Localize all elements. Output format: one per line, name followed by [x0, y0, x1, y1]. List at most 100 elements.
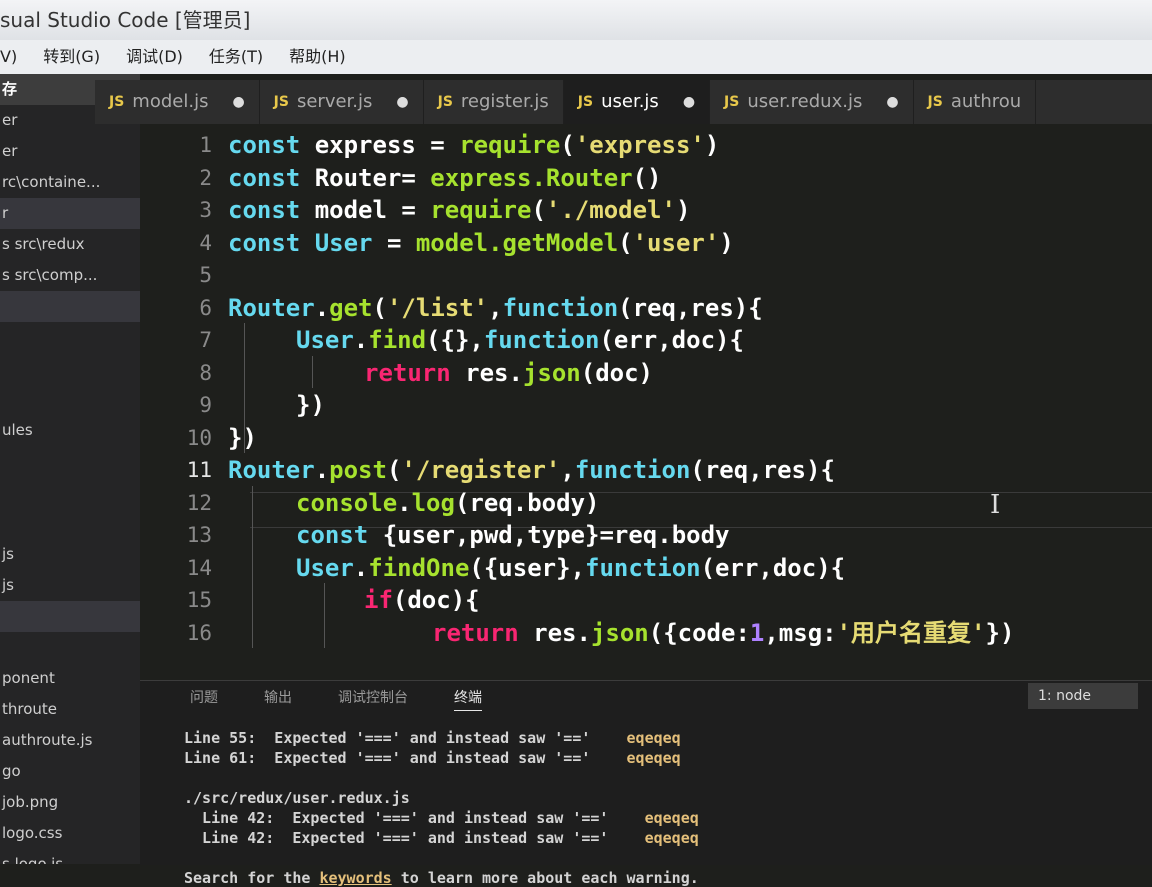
terminal-selector[interactable]: 1: node [1028, 683, 1138, 709]
explorer-item[interactable] [0, 446, 140, 477]
code-token: 'user' [632, 228, 720, 257]
terminal-line: Line 61: Expected '===' and instead saw … [184, 749, 681, 767]
menu-bar: V) 转到(G) 调试(D) 任务(T) 帮助(H) [0, 40, 1152, 74]
explorer-item[interactable] [0, 384, 140, 415]
menu-item[interactable]: 转到(G) [43, 47, 100, 66]
editor-tab[interactable]: JS server.js ● [260, 80, 424, 124]
title-bar: sual Studio Code [管理员] [0, 0, 1152, 40]
panel-tab[interactable]: 问题 [190, 690, 218, 706]
code-token: {user,pwd,type}=req.body [382, 521, 730, 549]
editor-tab[interactable]: JS register.js [424, 80, 564, 124]
indent-guide [324, 583, 325, 648]
line-number: 2 [199, 165, 212, 190]
menu-item[interactable]: 帮助(H) [289, 47, 346, 66]
explorer-item[interactable] [0, 353, 140, 384]
explorer-sidebar: 存 er er rc\containe... r s src\redux s src\com… [0, 74, 140, 864]
editor-tab[interactable]: JS user.js ● [563, 80, 711, 124]
panel-tab[interactable]: 输出 [264, 690, 292, 706]
editor-tab[interactable]: JS user.redux.js ● [710, 80, 914, 124]
code-token: (req,res){ [618, 293, 763, 322]
explorer-item[interactable]: job.png [0, 787, 140, 818]
explorer-item[interactable]: s src\comp... [0, 260, 140, 291]
explorer-item[interactable]: rc\containe... [0, 167, 140, 198]
menu-item[interactable]: 任务(T) [209, 47, 263, 66]
code-token: get [329, 293, 373, 322]
panel-tab[interactable]: 调试控制台 [338, 690, 408, 706]
explorer-item[interactable]: ponent [0, 663, 140, 694]
js-file-icon: JS [927, 94, 943, 110]
editor-tab[interactable]: JS model.js ● [95, 80, 260, 124]
code-token: ) [675, 196, 691, 224]
explorer-item[interactable] [0, 477, 140, 508]
explorer-item[interactable]: js [0, 570, 140, 601]
editor-tab[interactable]: JS authrou [914, 80, 1037, 124]
js-file-icon: JS [273, 94, 289, 110]
code-text: Router.get('/list',function(req,res){ [228, 291, 763, 325]
terminal-line: Line 42: Expected '===' and instead saw … [184, 809, 699, 827]
explorer-item[interactable]: go [0, 756, 140, 787]
terminal-footer: Search for the keywords to learn more ab… [184, 869, 699, 887]
explorer-item[interactable]: er [0, 136, 140, 167]
explorer-item[interactable]: s src\redux [0, 229, 140, 260]
footer-text: to learn more about each warning. [391, 869, 699, 887]
code-token: (req.body) [454, 488, 600, 517]
code-token: '用户名重复' [836, 618, 986, 647]
explorer-item[interactable]: throute [0, 694, 140, 725]
code-line: 1 const express = require('express') [140, 128, 1152, 162]
code-editor[interactable]: I 1 const express = require('express') 2 co… [140, 124, 1152, 680]
menu-item[interactable]: V) [0, 47, 17, 66]
code-token: function [585, 553, 701, 582]
code-token: ( [560, 131, 575, 159]
code-token: express = [314, 131, 460, 159]
terminal-text: Line 42: Expected '===' and instead saw … [184, 809, 609, 827]
code-token: model = [314, 196, 431, 224]
unsaved-dot-icon[interactable]: ● [396, 80, 408, 124]
unsaved-dot-icon[interactable]: ● [232, 80, 244, 124]
panel-tab[interactable]: 终端 [454, 690, 482, 711]
code-token: ({code: [648, 618, 750, 647]
code-line: 11 Router.post('/register',function(req,r… [140, 453, 1152, 487]
code-token: Router= [314, 163, 431, 192]
line-number: 8 [199, 360, 212, 385]
code-token: const [228, 163, 315, 192]
explorer-item[interactable] [0, 632, 140, 663]
js-file-icon: JS [577, 94, 594, 110]
lint-rule: eqeqeq [590, 729, 681, 747]
code-text: User.findOne({user},function(err,doc){ [296, 551, 845, 585]
explorer-item[interactable] [0, 601, 140, 632]
code-token: require [430, 196, 532, 224]
code-token: ) [704, 131, 720, 159]
editor-tabs: JS model.js ● JS server.js ● JS register.js JS us… [95, 80, 1152, 124]
code-token: findOne [368, 553, 470, 582]
explorer-item[interactable]: s logo.js [0, 849, 140, 864]
code-token: Router [228, 456, 315, 484]
explorer-item[interactable]: js [0, 539, 140, 570]
code-line: 5 [140, 258, 1152, 292]
explorer-item[interactable]: logo.css [0, 818, 140, 849]
explorer-item[interactable] [0, 322, 140, 353]
explorer-item[interactable]: r [0, 198, 140, 229]
explorer-item[interactable] [0, 508, 140, 539]
code-token: ( [372, 293, 387, 322]
code-token: 'express' [574, 131, 705, 159]
line-number: 10 [186, 425, 212, 450]
menu-item[interactable]: 调试(D) [126, 47, 183, 66]
code-line: 9}) [140, 388, 1152, 422]
code-token: ( [531, 196, 546, 224]
explorer-item[interactable]: ules [0, 415, 140, 446]
tab-label: user.redux.js [747, 91, 863, 112]
code-token: ,msg: [764, 618, 837, 647]
code-token: ( [386, 456, 402, 484]
unsaved-dot-icon[interactable]: ● [683, 80, 695, 124]
tab-label: server.js [296, 91, 373, 112]
code-line: 2 const Router= express.Router() [140, 161, 1152, 195]
unsaved-dot-icon[interactable]: ● [886, 80, 898, 124]
code-token: User [314, 228, 373, 257]
explorer-item[interactable] [0, 291, 140, 322]
terminal-text: ./src/redux/user.redux.js [184, 789, 410, 807]
explorer-item[interactable]: authroute.js [0, 725, 140, 756]
code-token: (err,doc){ [599, 326, 744, 354]
code-token: , [560, 456, 575, 484]
code-token: Router [228, 293, 315, 322]
terminal-line: Line 42: Expected '===' and instead saw … [184, 829, 699, 847]
